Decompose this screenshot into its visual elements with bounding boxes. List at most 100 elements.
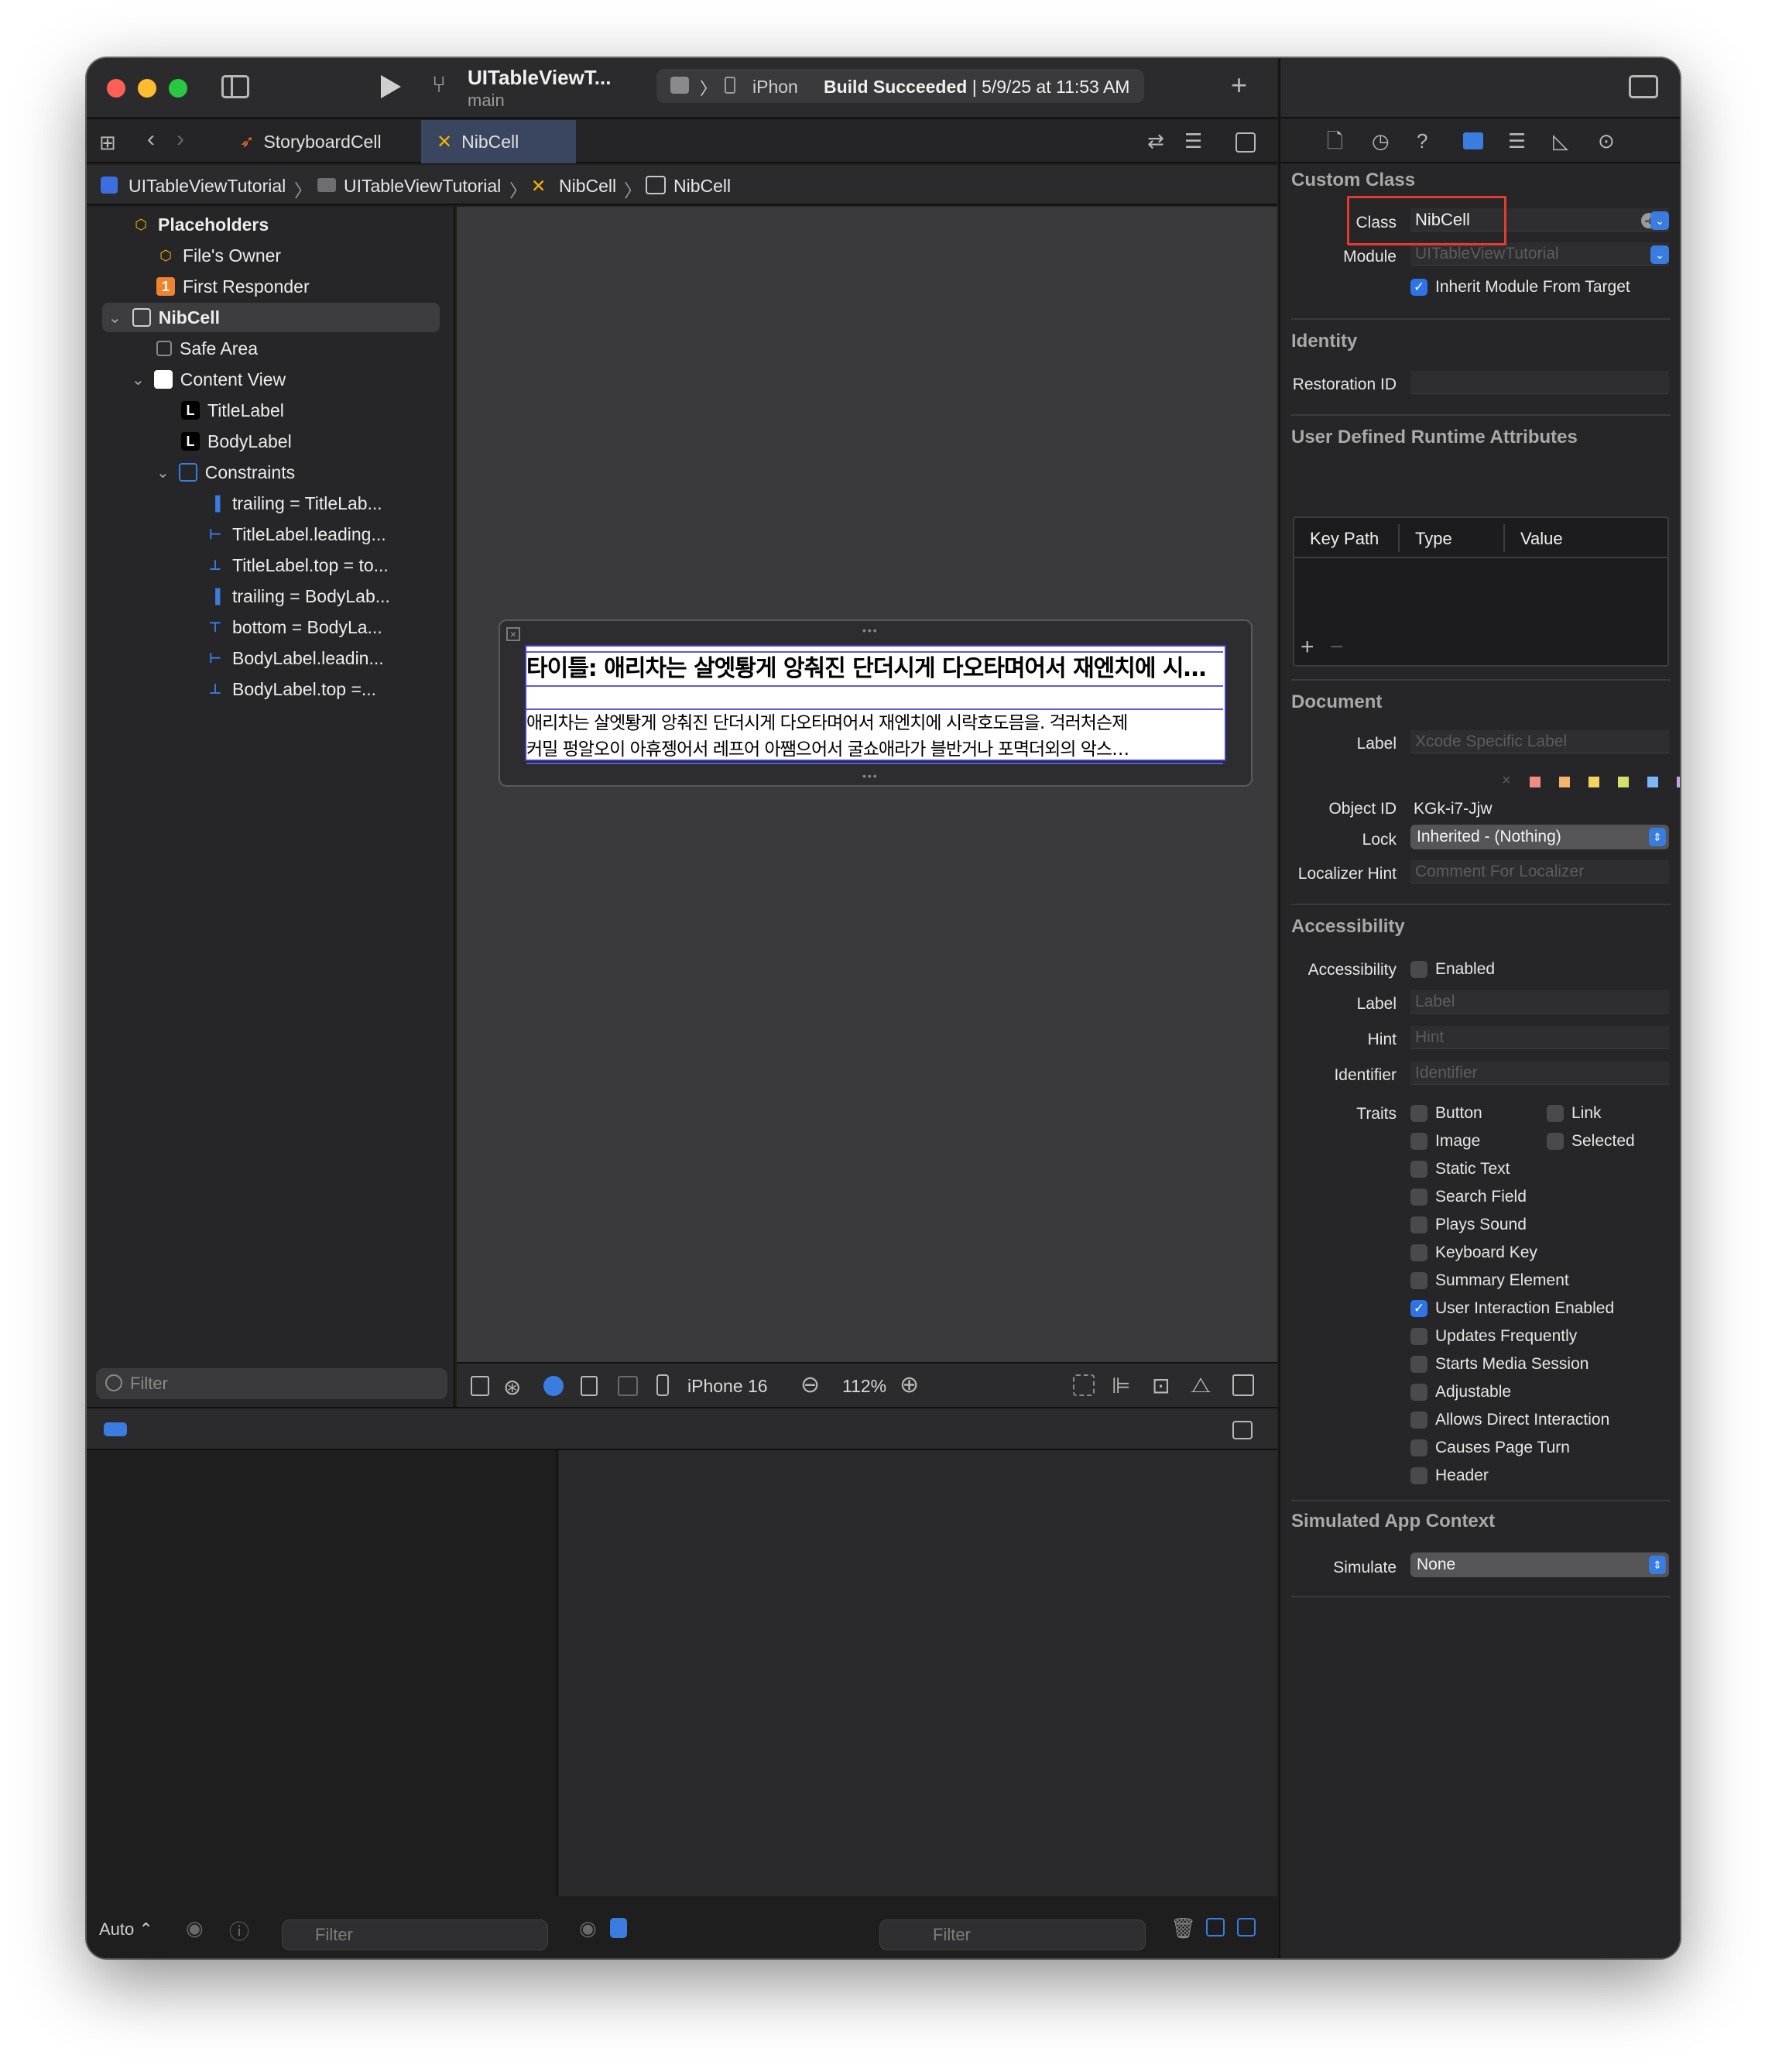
a11y-identifier-input[interactable]: Identifier <box>1410 1062 1669 1085</box>
trash-icon[interactable]: 🗑 <box>1170 1916 1196 1940</box>
forward-icon[interactable]: › <box>176 128 184 151</box>
module-dropdown-icon[interactable]: ⌄ <box>1650 245 1669 264</box>
label-color-orange[interactable] <box>1559 777 1570 787</box>
orientation-icon[interactable] <box>581 1376 598 1396</box>
column-key-path[interactable]: Key Path <box>1310 529 1379 549</box>
label-color-green[interactable] <box>1618 777 1629 787</box>
eye-icon[interactable]: ◉ <box>186 1916 204 1940</box>
breadcrumb-file[interactable]: NibCell <box>559 176 616 197</box>
inherit-module-checkbox[interactable]: ✓ <box>1410 279 1427 296</box>
trait-checkbox[interactable] <box>1410 1244 1427 1261</box>
restoration-id-input[interactable] <box>1410 371 1669 394</box>
close-window-button[interactable] <box>107 79 125 98</box>
breadcrumb-project[interactable]: UITableViewTutorial <box>129 176 286 197</box>
simulate-popup[interactable]: None ⇕ <box>1410 1552 1669 1577</box>
clear-label-color-icon[interactable]: × <box>1502 772 1511 790</box>
document-outline-toggle-icon[interactable] <box>471 1376 489 1396</box>
resize-handle-bottom[interactable]: ••• <box>862 770 879 782</box>
breadcrumb-group[interactable]: UITableViewTutorial <box>344 176 501 197</box>
help-inspector-icon[interactable]: ? <box>1417 129 1427 153</box>
constraint-item[interactable]: ⊢ TitleLabel.leading... <box>206 520 386 549</box>
zoom-in-icon[interactable]: ⊕ <box>900 1371 919 1398</box>
outline-nibcell[interactable]: ⌄ NibCell <box>102 303 440 332</box>
chevron-down-icon[interactable]: ⌄ <box>156 463 170 482</box>
app-scheme-icon[interactable] <box>670 77 689 94</box>
add-editor-icon[interactable] <box>1236 132 1256 153</box>
constraint-item[interactable]: ⊥ BodyLabel.top =... <box>206 674 376 704</box>
trait-checkbox[interactable] <box>1410 1412 1427 1429</box>
trait-checkbox[interactable] <box>1410 1384 1427 1401</box>
constraint-item[interactable]: ⊤ bottom = BodyLa... <box>206 612 382 642</box>
variables-view[interactable] <box>87 1450 557 1896</box>
xcode-label-input[interactable]: Xcode Specific Label <box>1410 730 1669 753</box>
trait-checkbox[interactable] <box>1410 1439 1427 1456</box>
back-icon[interactable]: ‹ <box>147 128 155 151</box>
accessibility-icon[interactable]: ⊛ <box>503 1374 521 1400</box>
inspector-toggle-icon[interactable] <box>1629 75 1658 98</box>
file-inspector-icon[interactable]: 🗋 <box>1327 129 1343 153</box>
add-constraints-icon[interactable]: ⊡ <box>1152 1373 1170 1398</box>
chevron-down-icon[interactable]: ⌄ <box>132 370 145 389</box>
chevron-down-icon[interactable]: ⌄ <box>108 308 122 328</box>
zoom-level[interactable]: 112% <box>842 1376 886 1397</box>
column-type[interactable]: Type <box>1415 529 1452 549</box>
cell-body-label[interactable]: 애리차는 살엣퇑게 앙춰진 단더시게 다오타며어서 재엔치에 시락호도믐을. 걱… <box>526 708 1223 764</box>
cell-title-label[interactable]: 타이틀: 애리차는 살엣퇑게 앙춰진 단더시게 다오타며어서 재엔치에 시… <box>526 651 1223 687</box>
constraint-item[interactable]: ⊥ TitleLabel.top = to... <box>206 551 389 580</box>
label-color-blue[interactable] <box>1647 777 1658 787</box>
embed-in-icon[interactable] <box>1232 1374 1254 1396</box>
udra-table[interactable]: Key Path Type Value + − <box>1293 516 1669 667</box>
trait-checkbox[interactable] <box>1547 1105 1564 1122</box>
left-pane-toggle-icon[interactable] <box>1206 1918 1225 1936</box>
class-dropdown-icon[interactable]: ⌄ <box>1650 211 1669 230</box>
trait-checkbox[interactable] <box>1410 1105 1427 1122</box>
minimize-window-button[interactable] <box>138 79 156 98</box>
console-filter-input[interactable]: Filter <box>879 1919 1146 1950</box>
attributes-inspector-icon[interactable]: ☰ <box>1508 129 1526 153</box>
outline-safe-area[interactable]: Safe Area <box>156 334 258 363</box>
play-icon[interactable] <box>381 75 401 98</box>
device-selector[interactable]: iPhone 16 <box>687 1376 768 1397</box>
outline-filter-input[interactable]: Filter <box>96 1368 447 1399</box>
trait-checkbox[interactable] <box>1410 1328 1427 1345</box>
add-attribute-icon[interactable]: + <box>1301 634 1314 660</box>
tab-nibcell[interactable]: ✕ NibCell <box>421 120 576 163</box>
label-color-yellow[interactable] <box>1588 777 1599 787</box>
swap-icon[interactable]: ⇄ <box>1147 129 1164 153</box>
plus-icon[interactable]: + <box>1231 71 1247 99</box>
outline-constraints[interactable]: ⌄ Constraints <box>156 458 295 487</box>
module-input[interactable]: UITableViewTutorial <box>1410 242 1669 266</box>
breakpoints-toggle-icon[interactable] <box>104 1422 127 1436</box>
history-inspector-icon[interactable]: ◷ <box>1372 129 1390 153</box>
console-view[interactable] <box>559 1450 1277 1896</box>
trait-checkbox[interactable] <box>1410 1161 1427 1178</box>
branch-icon[interactable]: ⑂ <box>432 74 446 97</box>
a11y-label-input[interactable]: Label <box>1410 990 1669 1014</box>
constraint-item[interactable]: ▐ trailing = BodyLab... <box>206 581 390 611</box>
remove-attribute-icon[interactable]: − <box>1330 634 1344 660</box>
console-toggle-icon[interactable] <box>610 1918 627 1938</box>
outline-first-responder[interactable]: 1 First Responder <box>156 272 310 301</box>
trait-checkbox[interactable] <box>1410 1467 1427 1484</box>
breadcrumb-object[interactable]: NibCell <box>673 176 731 197</box>
identity-inspector-icon[interactable] <box>1463 132 1483 149</box>
constraint-item[interactable]: ▐ trailing = TitleLab... <box>206 489 382 518</box>
size-class-icon[interactable] <box>618 1376 638 1396</box>
trait-checkbox[interactable] <box>1410 1189 1427 1206</box>
trait-checkbox[interactable] <box>1410 1216 1427 1233</box>
connections-inspector-icon[interactable]: ⊙ <box>1598 129 1615 153</box>
outline-files-owner[interactable]: ⬡ File's Owner <box>156 241 281 270</box>
label-color-purple[interactable] <box>1677 777 1680 787</box>
outline-title-label[interactable]: L TitleLabel <box>181 396 284 425</box>
size-inspector-icon[interactable]: ◺ <box>1553 129 1568 153</box>
variables-filter-input[interactable]: Filter <box>282 1919 548 1950</box>
zoom-out-icon[interactable]: ⊖ <box>800 1371 820 1398</box>
outline-content-view[interactable]: ⌄ Content View <box>132 365 286 394</box>
right-pane-toggle-icon[interactable] <box>1237 1918 1256 1936</box>
outline-body-label[interactable]: L BodyLabel <box>181 427 292 456</box>
project-title[interactable]: UITableViewT... <box>468 66 611 90</box>
label-color-red[interactable] <box>1530 777 1541 787</box>
zoom-window-button[interactable] <box>169 79 187 98</box>
trait-checkbox[interactable] <box>1410 1272 1427 1289</box>
update-frames-icon[interactable] <box>1073 1374 1095 1396</box>
